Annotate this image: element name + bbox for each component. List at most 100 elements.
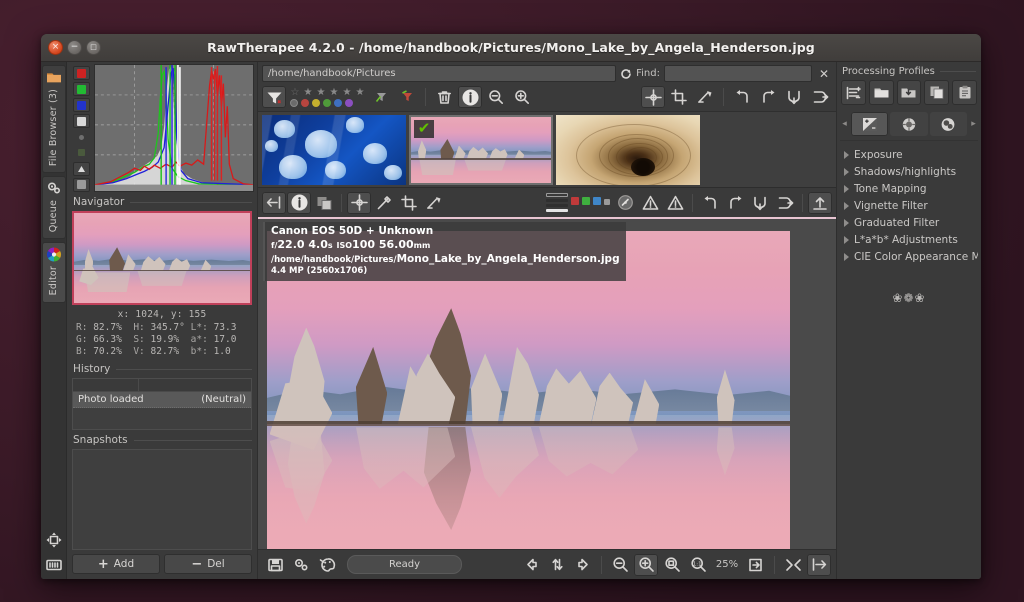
edit-external-button[interactable] — [315, 554, 339, 576]
save-profile-button[interactable] — [896, 80, 922, 105]
window-minimize-button[interactable]: − — [67, 40, 82, 55]
histogram-mode-toggle[interactable] — [72, 161, 90, 176]
tool-graduated-filter[interactable]: Graduated Filter — [840, 214, 978, 231]
image-preview-area[interactable]: Canon EOS 50D + Unknown f/22.0 4.0s ISO1… — [258, 219, 836, 549]
next-image-button[interactable] — [571, 554, 595, 576]
clear-find-button[interactable]: ✕ — [816, 67, 832, 81]
color-label-none-icon[interactable] — [290, 98, 298, 107]
rotate-right-button[interactable] — [756, 86, 780, 108]
indicator-gray-icon[interactable] — [604, 198, 610, 205]
zoom-in-button[interactable] — [634, 553, 658, 576]
copy-profile-button[interactable] — [924, 80, 950, 105]
editor-info-button[interactable] — [287, 191, 311, 214]
tool-tabs-next-button[interactable]: ▸ — [969, 119, 978, 129]
star-icon[interactable]: ★ — [303, 87, 313, 98]
star-icon[interactable]: ★ — [355, 87, 365, 98]
snapshot-del-button[interactable]: − Del — [164, 554, 252, 574]
profile-list-button[interactable] — [841, 80, 866, 105]
queue-image-button[interactable] — [289, 554, 313, 576]
sync-filmstrip-button[interactable] — [545, 554, 569, 576]
zoom-out-button[interactable] — [608, 554, 632, 576]
histogram-blue-toggle[interactable] — [72, 98, 90, 113]
info-button[interactable] — [458, 86, 482, 108]
browser-zoom-in-button[interactable] — [510, 86, 534, 108]
shadow-clipping-button[interactable] — [638, 192, 662, 214]
tool-tabs-prev-button[interactable]: ◂ — [840, 119, 849, 129]
star-icon[interactable]: ★ — [342, 87, 352, 98]
show-bottom-panel-button[interactable] — [808, 191, 832, 214]
histogram-raw-toggle[interactable] — [73, 146, 90, 160]
tool-vignette-filter[interactable]: Vignette Filter — [840, 197, 978, 214]
histogram-green-toggle[interactable] — [72, 82, 90, 97]
histogram-bar-toggle[interactable] — [72, 177, 90, 192]
move-tool-button[interactable] — [641, 86, 665, 108]
histogram-chroma-toggle[interactable] — [73, 130, 90, 144]
color-label-red-icon[interactable] — [301, 98, 309, 107]
tool-tone-mapping[interactable]: Tone Mapping — [840, 180, 978, 197]
filmstrip[interactable]: ✔ — [258, 112, 836, 188]
fullscreen-button[interactable] — [781, 554, 805, 576]
window-maximize-button[interactable]: □ — [86, 40, 101, 55]
flip-horizontal-button[interactable] — [808, 86, 832, 108]
color-label-green-icon[interactable] — [323, 98, 331, 107]
star-icon[interactable]: ★ — [316, 87, 326, 98]
thumbnail-jellyfish[interactable] — [262, 114, 406, 185]
filter-funnel-button[interactable] — [262, 86, 286, 108]
white-balance-picker-button[interactable] — [372, 192, 396, 214]
tool-lab-adjustments[interactable]: L*a*b* Adjustments — [840, 231, 978, 248]
editor-crop-button[interactable] — [397, 192, 421, 214]
browser-zoom-out-button[interactable] — [484, 86, 508, 108]
star-icon[interactable]: ★ — [329, 87, 339, 98]
keyboard-shortcuts-button[interactable] — [43, 554, 65, 575]
tab-color[interactable] — [929, 112, 967, 136]
edited-filter-button[interactable] — [395, 86, 419, 108]
thumbnail-mono-lake[interactable]: ✔ — [409, 114, 553, 185]
tool-exposure[interactable]: Exposure — [840, 146, 978, 163]
straighten-tool-button[interactable] — [693, 86, 717, 108]
snapshots-list[interactable] — [72, 449, 252, 550]
rating-filter[interactable]: ☆ ★ ★ ★ ★ ★ — [288, 87, 367, 107]
zoom-fit-button[interactable] — [660, 554, 684, 576]
gamut-warning-button[interactable] — [613, 192, 637, 214]
color-label-purple-icon[interactable] — [345, 98, 353, 107]
snapshot-add-button[interactable]: + Add — [72, 554, 160, 574]
editor-rotate-left-button[interactable] — [698, 192, 722, 214]
save-image-button[interactable] — [263, 554, 287, 576]
hide-left-panel-button[interactable] — [262, 191, 286, 214]
history-row[interactable]: Photo loaded (Neutral) — [73, 392, 251, 408]
tab-detail[interactable] — [890, 112, 928, 136]
editor-rotate-right-button[interactable] — [723, 192, 747, 214]
load-profile-button[interactable] — [868, 80, 894, 105]
star-rating-row[interactable]: ☆ ★ ★ ★ ★ ★ — [290, 87, 365, 98]
color-label-row[interactable] — [290, 98, 365, 107]
refresh-icon[interactable] — [620, 68, 632, 80]
before-after-button[interactable] — [312, 192, 336, 214]
editor-flip-horizontal-button[interactable] — [773, 192, 797, 214]
color-label-blue-icon[interactable] — [334, 98, 342, 107]
sidebar-item-file-browser[interactable]: File Browser (3) — [41, 65, 66, 174]
highlight-clipping-button[interactable] — [663, 192, 687, 214]
histogram-display[interactable] — [94, 64, 254, 192]
histogram-luminance-toggle[interactable] — [72, 114, 90, 129]
move-resize-button[interactable] — [43, 529, 65, 550]
tab-exposure[interactable] — [851, 112, 889, 136]
detail-window-button[interactable] — [744, 554, 768, 576]
show-right-panel-button[interactable] — [807, 553, 831, 576]
channel-indicator-row[interactable] — [571, 196, 612, 209]
crop-tool-button[interactable] — [667, 86, 691, 108]
paste-profile-button[interactable] — [952, 80, 977, 105]
indicator-green-icon[interactable] — [582, 196, 590, 205]
thumbnail-spiral[interactable] — [556, 114, 700, 185]
trash-button[interactable] — [432, 86, 456, 108]
zoom-100-button[interactable]: 1:1 — [686, 554, 710, 576]
sidebar-item-queue[interactable]: Queue — [41, 176, 66, 240]
previous-image-button[interactable] — [519, 554, 543, 576]
navigator-preview[interactable] — [72, 211, 252, 305]
tool-cie-color-appearance[interactable]: CIE Color Appearance M — [840, 248, 978, 265]
indicator-blue-icon[interactable] — [593, 196, 601, 205]
history-list[interactable]: Photo loaded (Neutral) — [72, 378, 252, 430]
editor-straighten-button[interactable] — [422, 192, 446, 214]
color-label-yellow-icon[interactable] — [312, 98, 320, 107]
window-close-button[interactable]: × — [48, 40, 63, 55]
sidebar-item-editor[interactable]: Editor — [41, 242, 66, 303]
